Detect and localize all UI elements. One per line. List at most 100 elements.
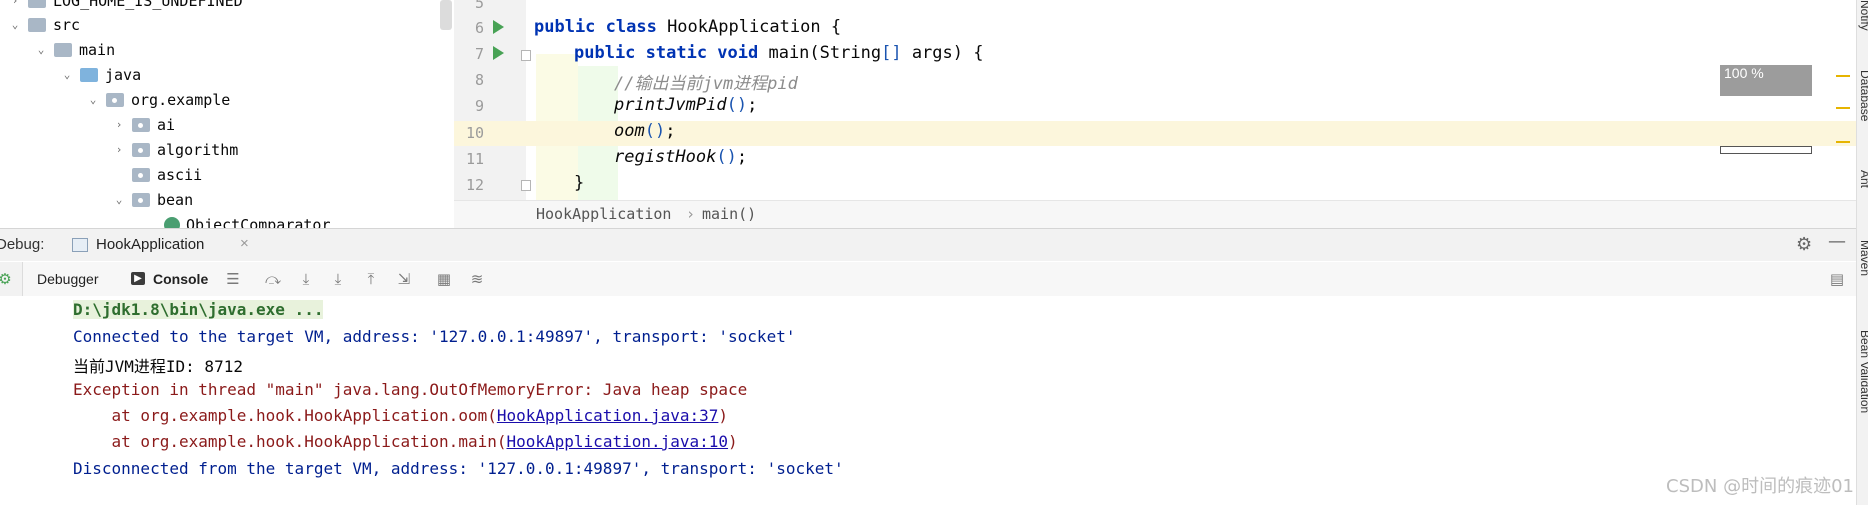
line-number: 6 xyxy=(474,19,484,37)
chevron-down-icon[interactable]: ⌄ xyxy=(86,93,100,107)
code-text: () xyxy=(726,95,748,115)
code-line-11: registHook(); xyxy=(614,147,747,167)
chevron-right-icon[interactable]: › xyxy=(112,118,126,132)
code-line-7: public static void main(String[] args) { xyxy=(574,43,984,63)
breadcrumb-class[interactable]: HookApplication xyxy=(536,205,671,223)
warning-marker[interactable] xyxy=(1836,75,1850,77)
code-text: printJvmPid xyxy=(614,95,727,115)
minimize-icon[interactable]: — xyxy=(1828,231,1846,252)
code-text: oom xyxy=(614,121,645,141)
tab-console[interactable]: Console xyxy=(153,271,208,287)
line-number: 5 xyxy=(474,0,484,12)
fold-icon[interactable] xyxy=(521,50,531,61)
run-tab-label[interactable]: HookApplication xyxy=(96,236,204,253)
chevron-down-icon[interactable]: ⌄ xyxy=(8,18,22,32)
run-main-icon[interactable] xyxy=(493,46,504,60)
code-text: main xyxy=(768,43,810,63)
code-text: [] xyxy=(881,43,902,63)
tree-scrollbar[interactable] xyxy=(440,0,452,30)
show-execution-point-icon[interactable]: ⤼ xyxy=(264,270,282,288)
console-line: Disconnected from the target VM, address… xyxy=(73,459,844,478)
close-tab-icon[interactable]: × xyxy=(240,235,249,252)
debug-header: Debug: HookApplication × ⚙ — xyxy=(0,228,1856,261)
maven-tool-tab[interactable]: Maven xyxy=(1858,240,1868,276)
chevron-down-icon[interactable]: ⌄ xyxy=(34,43,48,57)
breadcrumb-method[interactable]: main() xyxy=(702,205,756,223)
tree-item-objectcomparator[interactable]: ObjectComparator xyxy=(164,212,331,228)
layout-icon[interactable]: ▤ xyxy=(1828,270,1846,288)
tree-item-ai[interactable]: › ai xyxy=(112,112,175,137)
evaluate-icon[interactable]: ▦ xyxy=(435,270,453,288)
console-icon: ▶ xyxy=(131,272,145,285)
bean-validation-tool-tab[interactable]: Bean Validation xyxy=(1858,330,1868,413)
tree-item-label: bean xyxy=(157,190,194,209)
code-line-12: } xyxy=(574,173,585,193)
chevron-right-icon[interactable]: › xyxy=(8,0,22,8)
gear-icon[interactable]: ⚙ xyxy=(1796,234,1812,255)
warning-marker[interactable] xyxy=(1836,141,1850,143)
code-text: String xyxy=(819,43,882,63)
code-text: ( xyxy=(809,43,820,63)
console-command: D:\jdk1.8\bin\java.exe ... xyxy=(73,300,324,319)
tree-item-label: ascii xyxy=(157,165,203,184)
tree-item-label: ai xyxy=(157,115,176,134)
tree-item-label: LOG_HOME_IS_UNDEFINED xyxy=(53,0,243,10)
line-number: 9 xyxy=(474,97,484,115)
run-to-cursor-icon[interactable]: ⇲ xyxy=(395,270,413,288)
console-line-stacktrace: at org.example.hook.HookApplication.oom(… xyxy=(73,406,729,425)
code-text: () xyxy=(644,121,666,141)
line-number: 8 xyxy=(474,71,484,89)
ant-tool-tab[interactable]: Ant xyxy=(1858,170,1868,188)
console-line-error: Exception in thread "main" java.lang.Out… xyxy=(73,380,748,399)
tree-item-algorithm[interactable]: › algorithm xyxy=(112,137,239,162)
package-icon xyxy=(132,142,150,157)
breadcrumb: HookApplication › main() xyxy=(454,200,1856,229)
line-number: 7 xyxy=(474,45,484,63)
menu-icon[interactable]: ☰ xyxy=(224,270,242,288)
run-class-icon[interactable] xyxy=(493,20,504,34)
code-text: { xyxy=(963,43,984,63)
tree-item-src[interactable]: ⌄ src xyxy=(8,12,80,37)
fold-icon[interactable] xyxy=(521,180,531,191)
package-icon xyxy=(106,92,124,107)
keyword: public class xyxy=(534,17,668,37)
step-out-icon[interactable]: ⤒ xyxy=(362,270,380,288)
package-icon xyxy=(132,192,150,207)
stack-link[interactable]: HookApplication.java:37 xyxy=(497,406,719,425)
run-config-icon xyxy=(72,238,88,252)
database-tool-tab[interactable]: Database xyxy=(1858,70,1868,121)
chevron-right-icon[interactable]: › xyxy=(112,143,126,157)
package-icon xyxy=(132,167,150,182)
tree-item-bean[interactable]: ⌄ bean xyxy=(112,187,193,212)
tree-item-label: java xyxy=(105,65,142,84)
rerun-icon[interactable]: ⚙ xyxy=(0,270,14,288)
code-line-9: printJvmPid(); xyxy=(614,95,757,115)
breadcrumb-separator: › xyxy=(686,205,696,223)
code-text: ; xyxy=(665,121,676,141)
tree-item-ascii[interactable]: ascii xyxy=(132,162,202,187)
console-line-stacktrace: at org.example.hook.HookApplication.main… xyxy=(73,432,738,451)
stack-text: ) xyxy=(728,432,738,451)
folder-icon xyxy=(54,42,72,57)
zoom-label: 100 % xyxy=(1724,65,1764,81)
tab-debugger[interactable]: Debugger xyxy=(37,271,99,287)
zoom-indicator: 100 % xyxy=(1720,65,1812,96)
warning-marker[interactable] xyxy=(1836,107,1850,109)
code-text: HookApplication { xyxy=(667,17,842,37)
step-over-icon[interactable]: ⤓ xyxy=(297,270,315,288)
tree-item-main[interactable]: ⌄ main xyxy=(34,37,115,62)
step-into-icon[interactable]: ⤓ xyxy=(329,270,347,288)
chevron-down-icon[interactable]: ⌄ xyxy=(60,68,74,82)
debug-tab-bar: Debugger ▶ Console ☰ ⤼ ⤓ ⤓ ⤒ ⇲ ▦ ≋ ▤ xyxy=(0,262,1856,297)
source-folder-icon xyxy=(80,67,98,82)
notify-tool-tab[interactable]: Notify xyxy=(1858,0,1868,31)
tree-item-java[interactable]: ⌄ java xyxy=(60,62,141,87)
tree-item-label: src xyxy=(53,15,81,34)
code-text: args xyxy=(901,43,953,63)
chevron-down-icon[interactable]: ⌄ xyxy=(112,193,126,207)
folder-icon xyxy=(28,17,46,32)
trace-icon[interactable]: ≋ xyxy=(468,270,486,288)
tree-item-org-example[interactable]: ⌄ org.example xyxy=(86,87,231,112)
stack-link[interactable]: HookApplication.java:10 xyxy=(506,432,728,451)
code-line-10: oom(); xyxy=(614,121,675,141)
